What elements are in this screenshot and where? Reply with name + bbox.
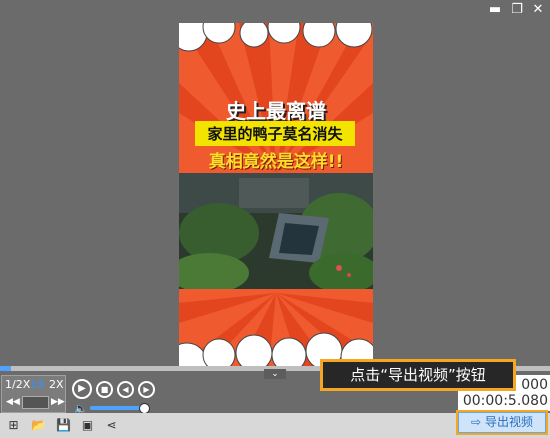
total-time: 00:00:5.080 <box>462 393 548 409</box>
stop-button[interactable]: ■ <box>96 381 113 398</box>
speed-1x[interactable]: 1X <box>30 378 45 391</box>
play-button[interactable]: ▶ <box>72 379 92 399</box>
restore-icon[interactable]: ❐ <box>508 2 526 18</box>
next-frame-button[interactable]: ▶ <box>138 381 155 398</box>
current-time: 000 <box>521 377 548 393</box>
progress-fill <box>0 366 11 371</box>
open-folder-icon[interactable]: 📂 <box>31 419 46 432</box>
video-caption-line2: 家里的鸭子莫名消失 <box>195 121 355 146</box>
collapse-icon[interactable]: ⌄ <box>264 369 286 379</box>
instruction-callout: 点击“导出视频”按钮 <box>320 359 516 391</box>
minimize-icon[interactable]: ▬ <box>486 2 504 18</box>
speed-half[interactable]: 1/2X <box>5 378 30 391</box>
previous-frame-button[interactable]: ◀ <box>117 381 134 398</box>
video-caption-line3: 真相竟然是这样!! <box>208 152 344 172</box>
video-caption-line1: 史上最离谱 <box>226 99 326 123</box>
speed-2x[interactable]: 2X <box>49 378 64 391</box>
new-project-icon[interactable]: ⊞ <box>7 419 20 432</box>
speed-slider[interactable] <box>22 396 49 409</box>
fast-forward-icon[interactable]: ▶▶ <box>51 397 65 407</box>
export-icon: ⇨ <box>471 415 482 429</box>
rewind-icon[interactable]: ◀◀ <box>6 397 20 407</box>
volume-slider[interactable] <box>90 406 145 410</box>
speed-control: 1/2X 1X 2X ◀◀ ▶▶ <box>1 375 66 413</box>
garden-photo <box>179 173 373 289</box>
share-icon[interactable]: ⋖ <box>105 419 118 432</box>
save-as-icon[interactable]: ▣ <box>81 419 94 432</box>
video-preview: 史上最离谱 家里的鸭子莫名消失 真相竟然是这样!! <box>179 23 373 366</box>
export-video-button[interactable]: ⇨ 导出视频 <box>456 410 548 435</box>
close-icon[interactable]: ✕ <box>529 2 547 18</box>
save-icon[interactable]: 💾 <box>56 419 71 432</box>
export-label: 导出视频 <box>484 415 533 429</box>
